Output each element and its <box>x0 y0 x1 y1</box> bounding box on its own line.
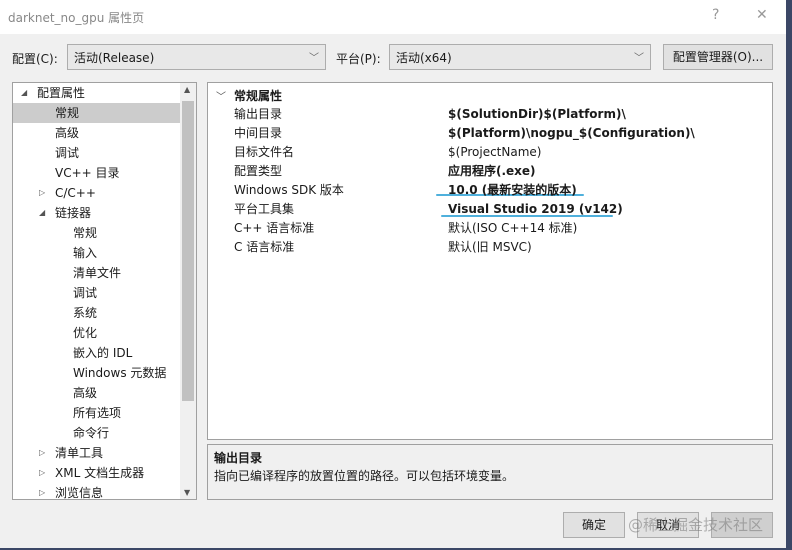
chevron-down-icon: ﹀ <box>634 53 644 64</box>
platform-select[interactable]: 活动(x64) ﹀ <box>389 44 651 70</box>
tree-item-label: 嵌入的 IDL <box>73 346 133 360</box>
tree-item[interactable]: 嵌入的 IDL <box>13 343 180 363</box>
expand-icon[interactable]: ▷ <box>39 443 45 463</box>
tree-item[interactable]: ▷ XML 文档生成器 <box>13 463 180 483</box>
property-grid: ﹀ 常规属性 输出目录 $(SolutionDir)$(Platform)\ 中间目… <box>207 82 773 440</box>
description-title: 输出目录 <box>214 451 263 465</box>
tree-item[interactable]: ▷ C/C++ <box>13 183 180 203</box>
property-row[interactable]: 中间目录 $(Platform)\nogpu_$(Configuration)\ <box>230 124 773 143</box>
tree-item[interactable]: 系统 <box>13 303 180 323</box>
tree-scrollbar[interactable]: ▲ ▼ <box>180 83 196 499</box>
config-label: 配置(C): <box>12 52 58 66</box>
tree-item-label: 常规 <box>73 226 98 240</box>
tree-item[interactable]: 命令行 <box>13 423 180 443</box>
tree-item-label: 调试 <box>55 146 80 160</box>
tree-item[interactable]: 优化 <box>13 323 180 343</box>
tree-item[interactable]: ◢ 配置属性 <box>13 83 180 103</box>
watermark: @稀土掘金技术社区 <box>628 516 764 534</box>
ok-button[interactable]: 确定 <box>563 512 625 538</box>
tree-item-label: 输入 <box>73 246 98 260</box>
property-row[interactable]: 目标文件名 $(ProjectName) <box>230 143 773 162</box>
scroll-down-icon[interactable]: ▼ <box>184 488 190 497</box>
tree-item[interactable]: 调试 <box>13 283 180 303</box>
property-value[interactable]: 应用程序(.exe) <box>448 162 536 181</box>
tree-item-label: 高级 <box>73 386 98 400</box>
tree-item[interactable]: 清单文件 <box>13 263 180 283</box>
property-value[interactable]: $(SolutionDir)$(Platform)\ <box>448 105 626 124</box>
property-name: Windows SDK 版本 <box>234 183 344 197</box>
tree-item[interactable]: 所有选项 <box>13 403 180 423</box>
property-value[interactable]: 10.0 (最新安装的版本) <box>448 181 577 200</box>
property-name: 中间目录 <box>234 126 283 140</box>
tree-item-label: 命令行 <box>73 426 110 440</box>
tree-item-label: VC++ 目录 <box>55 166 120 180</box>
property-name: C 语言标准 <box>234 240 295 254</box>
property-value[interactable]: 默认(旧 MSVC) <box>448 238 532 257</box>
tree-item-label: 配置属性 <box>37 86 86 100</box>
config-manager-button[interactable]: 配置管理器(O)... <box>663 44 773 70</box>
title-bar: darknet_no_gpu 属性页 ? ✕ <box>0 0 786 34</box>
tree-item-label: 系统 <box>73 306 98 320</box>
property-value[interactable]: $(Platform)\nogpu_$(Configuration)\ <box>448 124 695 143</box>
tree-item-label: 清单工具 <box>55 446 104 460</box>
tree-item-label: 清单文件 <box>73 266 122 280</box>
chevron-down-icon: ﹀ <box>309 53 319 64</box>
window-title: darknet_no_gpu 属性页 <box>8 11 145 25</box>
tree-item-label: 高级 <box>55 126 80 140</box>
property-row[interactable]: C 语言标准 默认(旧 MSVC) <box>230 238 773 257</box>
section-header: 常规属性 <box>234 89 283 103</box>
property-name: 输出目录 <box>234 107 283 121</box>
platform-value: 活动(x64) <box>396 51 452 65</box>
config-select[interactable]: 活动(Release) ﹀ <box>67 44 326 70</box>
property-value[interactable]: $(ProjectName) <box>448 143 541 162</box>
tree-item[interactable]: Windows 元数据 <box>13 363 180 383</box>
tree-item-label: 常规 <box>55 106 80 120</box>
tree-item[interactable]: 输入 <box>13 243 180 263</box>
tree-item-label: XML 文档生成器 <box>55 466 145 480</box>
tree-item[interactable]: 常规 <box>13 103 180 123</box>
close-button[interactable]: ✕ <box>756 7 768 23</box>
collapse-icon[interactable]: ◢ <box>39 203 45 223</box>
property-row[interactable]: 配置类型 应用程序(.exe) <box>230 162 773 181</box>
expand-icon[interactable]: ▷ <box>39 463 45 483</box>
property-row[interactable]: 输出目录 $(SolutionDir)$(Platform)\ <box>230 105 773 124</box>
tree-item-label: 优化 <box>73 326 98 340</box>
tree-item[interactable]: ▷ 浏览信息 <box>13 483 180 500</box>
tree-item[interactable]: VC++ 目录 <box>13 163 180 183</box>
tree-item[interactable]: 高级 <box>13 383 180 403</box>
property-row[interactable]: C++ 语言标准 默认(ISO C++14 标准) <box>230 219 773 238</box>
tree-item[interactable]: 调试 <box>13 143 180 163</box>
property-name: C++ 语言标准 <box>234 221 315 235</box>
scrollbar-thumb[interactable] <box>182 101 194 401</box>
description-text: 指向已编译程序的放置位置的路径。可以包括环境变量。 <box>214 469 515 483</box>
property-name: 平台工具集 <box>234 202 295 216</box>
tree-item[interactable]: ◢ 链接器 <box>13 203 180 223</box>
tree-item-label: Windows 元数据 <box>73 366 167 380</box>
tree-item-label: 浏览信息 <box>55 486 104 500</box>
scroll-up-icon[interactable]: ▲ <box>184 85 190 94</box>
expand-icon[interactable]: ▷ <box>39 183 45 203</box>
property-tree: ▲ ▼ ◢ 配置属性 常规 高级 调试 VC++ 目录 ▷ C/C++ ◢ 链接器 常规 输入 清单文件… <box>12 82 197 500</box>
help-button[interactable]: ? <box>712 7 719 23</box>
tree-item-label: 调试 <box>73 286 98 300</box>
expand-icon[interactable]: ▷ <box>39 483 45 499</box>
tree-item-label: 链接器 <box>55 206 92 220</box>
collapse-icon[interactable]: ◢ <box>21 83 27 103</box>
property-row[interactable]: 平台工具集 Visual Studio 2019 (v142) <box>230 200 773 219</box>
config-value: 活动(Release) <box>74 51 155 65</box>
property-pages-dialog: darknet_no_gpu 属性页 ? ✕ 配置(C): 活动(Release… <box>0 0 786 548</box>
property-row[interactable]: Windows SDK 版本 10.0 (最新安装的版本) <box>230 181 773 200</box>
description-panel: 输出目录 指向已编译程序的放置位置的路径。可以包括环境变量。 <box>207 444 773 500</box>
tree-item[interactable]: 常规 <box>13 223 180 243</box>
property-name: 配置类型 <box>234 164 283 178</box>
tree-item[interactable]: ▷ 清单工具 <box>13 443 180 463</box>
property-value[interactable]: 默认(ISO C++14 标准) <box>448 219 577 238</box>
tree-item-label: C/C++ <box>55 186 96 200</box>
property-value[interactable]: Visual Studio 2019 (v142) <box>448 200 623 219</box>
property-name: 目标文件名 <box>234 145 295 159</box>
chevron-down-icon[interactable]: ﹀ <box>216 88 226 103</box>
tree-item[interactable]: 高级 <box>13 123 180 143</box>
tree-item-label: 所有选项 <box>73 406 122 420</box>
platform-label: 平台(P): <box>336 52 381 66</box>
